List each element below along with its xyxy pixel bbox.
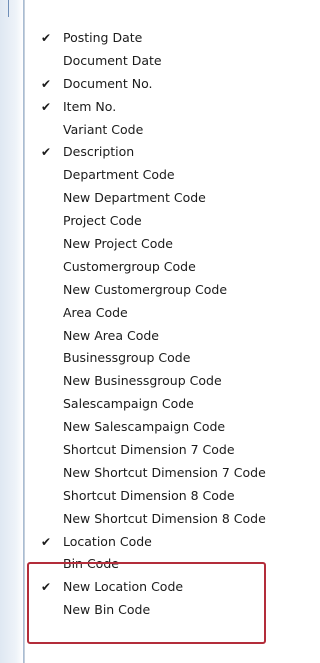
menu-item-label: New Location Code [63,579,184,595]
menu-item-label: New Customergroup Code [63,281,228,297]
menu-item-label: New Project Code [63,236,173,252]
menu-item-new-salescampaign-code[interactable]: New Salescampaign Code [25,416,306,439]
menu-item-salescampaign-code[interactable]: Salescampaign Code [25,393,306,416]
menu-item-new-location-code[interactable]: ✔ New Location Code [25,576,306,599]
menu-item-label: Document Date [63,52,162,68]
menu-item-posting-date[interactable]: ✔ Posting Date [25,27,306,50]
menu-item-customergroup-code[interactable]: Customergroup Code [25,256,306,279]
menu-item-variant-code[interactable]: Variant Code [25,119,306,142]
menu-item-new-project-code[interactable]: New Project Code [25,233,306,256]
menu-item-label: New Bin Code [63,602,151,618]
menu-item-label: Document No. [63,75,153,91]
menu-item-label: Item No. [63,98,117,114]
gutter-tick [8,0,9,17]
menu-item-project-code[interactable]: Project Code [25,210,306,233]
menu-item-shortcut-dimension-7-code[interactable]: Shortcut Dimension 7 Code [25,439,306,462]
left-gutter [0,0,24,663]
checkmark-icon: ✔ [41,76,52,91]
menu-item-list: ✔ Posting Date Document Date ✔ Document No. ✔… [25,27,306,622]
menu-item-label: Shortcut Dimension 7 Code [63,442,235,458]
menu-item-new-businessgroup-code[interactable]: New Businessgroup Code [25,370,306,393]
menu-item-item-no[interactable]: ✔ Item No. [25,96,306,119]
menu-item-label: Posting Date [63,30,143,45]
menu-item-new-shortcut-dimension-7-code[interactable]: New Shortcut Dimension 7 Code [25,462,306,485]
menu-item-area-code[interactable]: Area Code [25,302,306,325]
menu-item-new-department-code[interactable]: New Department Code [25,187,306,210]
checkmark-icon: ✔ [41,31,52,45]
menu-item-label: Department Code [63,167,175,183]
menu-item-label: New Shortcut Dimension 8 Code [63,510,266,526]
checkmark-icon: ✔ [41,534,52,549]
menu-item-label: Shortcut Dimension 8 Code [63,487,235,503]
menu-item-department-code[interactable]: Department Code [25,164,306,187]
menu-item-new-bin-code[interactable]: New Bin Code [25,599,306,622]
menu-item-label: Businessgroup Code [63,350,191,366]
menu-item-description[interactable]: ✔ Description [25,141,306,164]
menu-item-new-shortcut-dimension-8-code[interactable]: New Shortcut Dimension 8 Code [25,508,306,531]
menu-item-label: Bin Code [63,556,119,572]
menu-item-label: Description [63,144,135,160]
menu-item-label: Salescampaign Code [63,396,194,412]
menu-item-label: New Department Code [63,190,206,206]
menu-item-label: Location Code [63,533,152,549]
menu-item-new-area-code[interactable]: New Area Code [25,325,306,348]
menu-item-label: Customergroup Code [63,258,196,274]
checkmark-icon: ✔ [41,99,52,114]
column-chooser-menu: ✔ Posting Date Document Date ✔ Document No. ✔… [24,0,305,663]
menu-item-bin-code[interactable]: Bin Code [25,553,306,576]
menu-item-label: New Shortcut Dimension 7 Code [63,464,266,480]
menu-item-label: Area Code [63,304,128,320]
menu-item-label: New Area Code [63,327,159,343]
menu-item-label: New Salescampaign Code [63,419,226,435]
checkmark-icon: ✔ [41,145,52,160]
menu-item-businessgroup-code[interactable]: Businessgroup Code [25,347,306,370]
menu-item-label: Project Code [63,213,142,229]
checkmark-icon: ✔ [41,580,52,595]
menu-item-label: New Businessgroup Code [63,373,222,389]
menu-item-new-customergroup-code[interactable]: New Customergroup Code [25,279,306,302]
menu-item-shortcut-dimension-8-code[interactable]: Shortcut Dimension 8 Code [25,485,306,508]
menu-item-document-date[interactable]: Document Date [25,50,306,73]
menu-item-document-no[interactable]: ✔ Document No. [25,73,306,96]
menu-item-label: Variant Code [63,121,144,137]
menu-item-location-code[interactable]: ✔ Location Code [25,531,306,554]
